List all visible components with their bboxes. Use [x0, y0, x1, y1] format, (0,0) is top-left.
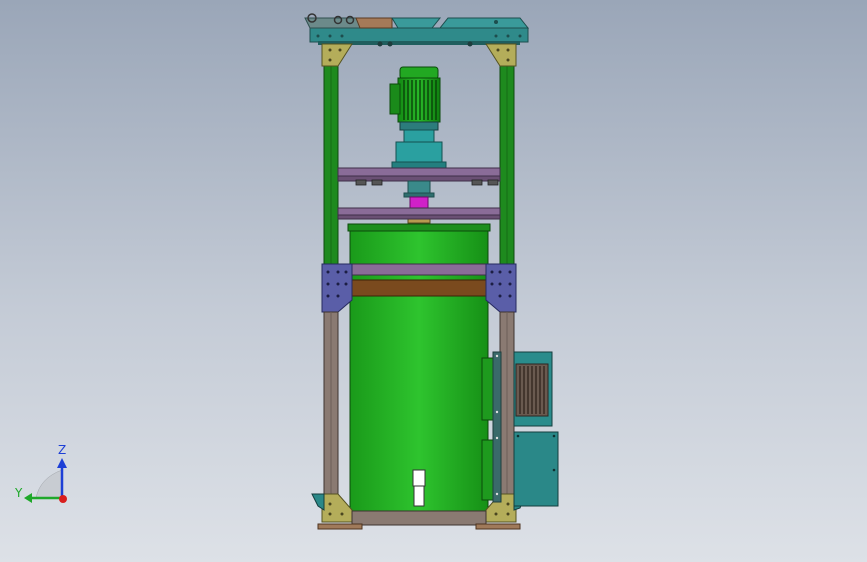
- motor-flange: [399, 121, 439, 131]
- x-axis-dot-icon: [59, 495, 67, 503]
- z-axis-label: Z: [58, 443, 66, 457]
- tank-drain: [413, 485, 425, 507]
- shaft-bearing: [407, 180, 431, 194]
- side-equipment[interactable]: [481, 351, 559, 507]
- y-axis-head-icon: [24, 493, 32, 503]
- top-bracket-right: [438, 17, 530, 29]
- platforms[interactable]: [337, 167, 501, 224]
- coordinate-triad: Z Y: [14, 443, 67, 503]
- z-axis-head-icon: [57, 458, 67, 468]
- side-bracket-upper: [481, 357, 495, 421]
- tank-band: [349, 279, 489, 297]
- control-box: [513, 431, 559, 507]
- top-gusset-left: [321, 43, 353, 67]
- motor-platform: [337, 167, 501, 177]
- shaft-platform: [337, 207, 501, 216]
- top-bracket-brown: [355, 17, 393, 29]
- bolt-icon: [377, 41, 383, 47]
- top-gusset-right: [485, 43, 517, 67]
- top-bracket-mid: [391, 17, 442, 29]
- cad-viewport[interactable]: Z Y: [0, 0, 867, 562]
- base-plate-teal-left: [311, 493, 325, 511]
- gearbox-body: [395, 141, 443, 165]
- shaft-collar: [403, 192, 435, 198]
- control-box-screw: [516, 434, 520, 438]
- gearbox-upper: [403, 129, 435, 143]
- shaft-platform-lower: [337, 214, 501, 220]
- motor-fan-cap: [399, 66, 439, 80]
- tank-sight-glass: [412, 469, 426, 487]
- gearbox-base: [391, 161, 447, 169]
- base-beam: [351, 510, 487, 526]
- bolt-icon: [467, 41, 473, 47]
- top-plate-assembly[interactable]: [304, 13, 530, 47]
- base-gusset-left: [321, 493, 353, 523]
- control-box-screw: [552, 434, 556, 438]
- tank-lid: [347, 223, 491, 232]
- foot-right: [475, 523, 521, 530]
- side-bracket-lower: [481, 439, 495, 501]
- heater-fins: [519, 366, 545, 414]
- side-mount-plate: [492, 351, 502, 503]
- bolt-icon: [387, 41, 393, 47]
- y-axis-label: Y: [14, 486, 23, 500]
- control-box-screw: [552, 468, 556, 472]
- motor-assembly[interactable]: [389, 66, 447, 169]
- motor-terminal-box: [389, 83, 401, 115]
- foot-left: [317, 523, 363, 530]
- triad-plane-icon: [35, 469, 63, 499]
- bolt-icon: [494, 20, 498, 24]
